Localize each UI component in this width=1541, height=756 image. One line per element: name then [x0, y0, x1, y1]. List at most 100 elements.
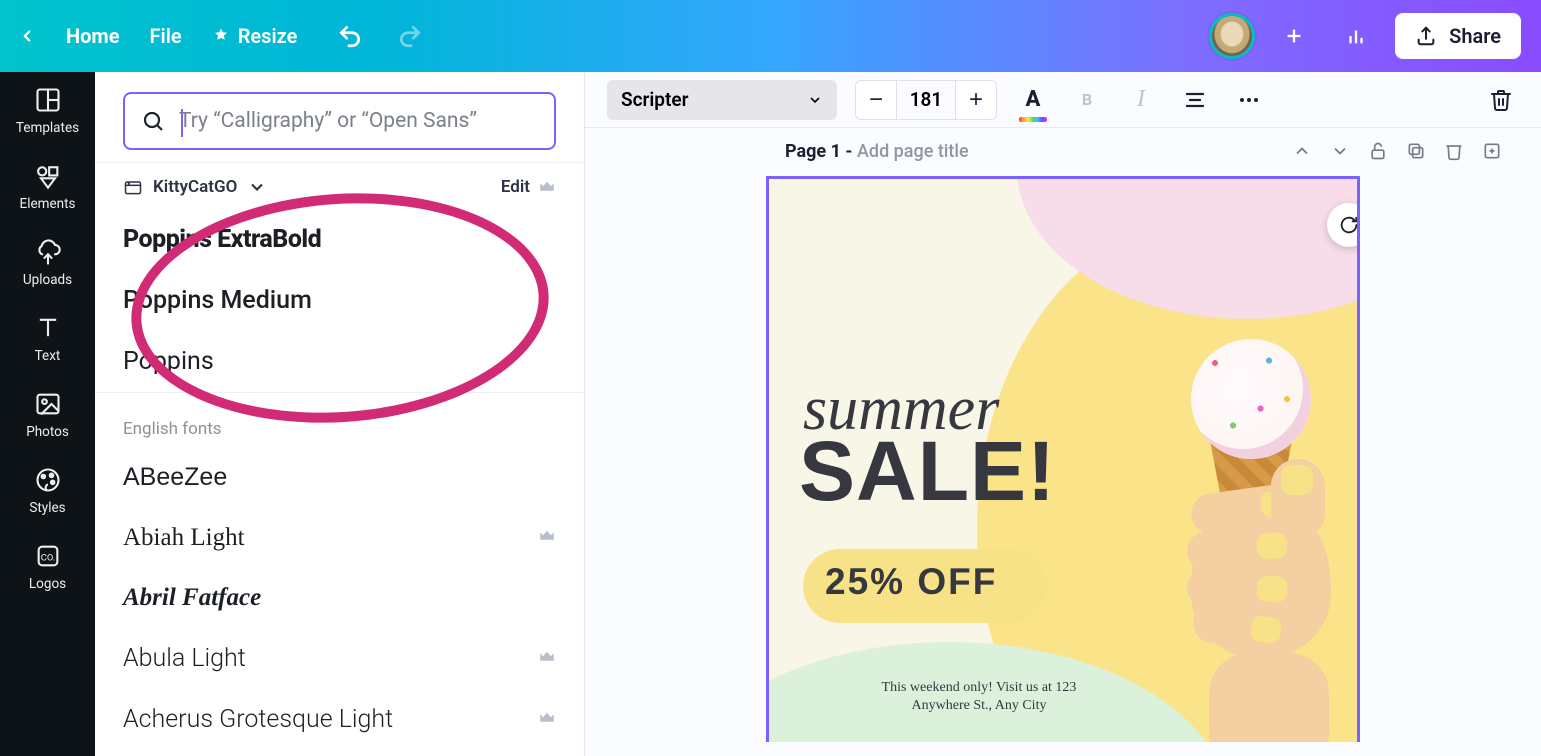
rail-logos-label: Logos	[29, 576, 66, 592]
footer-line-2: Anywhere St., Any City	[912, 698, 1047, 713]
file-menu[interactable]: File	[150, 24, 182, 48]
font-label: Abiah Light	[123, 524, 245, 552]
crown-icon	[538, 178, 556, 196]
font-label: Poppins	[123, 347, 214, 376]
brandkit-icon	[123, 177, 143, 197]
font-label: Poppins Medium	[123, 286, 312, 315]
page-title-placeholder: Add page title	[857, 141, 969, 162]
brand-kit-name: KittyCatGO	[153, 177, 237, 197]
design-canvas[interactable]: summer SALE! 25% OFF This weekend only! …	[766, 176, 1360, 742]
add-page-icon[interactable]	[1479, 138, 1505, 164]
topbar-right: Share	[1209, 13, 1521, 59]
font-option-abula-light[interactable]: Abula Light	[95, 628, 584, 689]
history-controls	[337, 23, 423, 49]
edit-label: Edit	[501, 177, 530, 197]
share-label: Share	[1449, 24, 1501, 48]
resize-menu[interactable]: Resize	[212, 24, 298, 48]
font-dd-value: Scripter	[621, 88, 688, 111]
brand-edit-button[interactable]: Edit	[501, 177, 556, 197]
rail-elements-label: Elements	[20, 196, 76, 212]
rail-templates[interactable]: Templates	[0, 86, 95, 136]
font-label: Abril Fatface	[123, 584, 261, 612]
brand-kit-row: KittyCatGO Edit	[95, 162, 584, 209]
redo-icon[interactable]	[397, 23, 423, 49]
rail-logos[interactable]: CO. Logos	[0, 542, 95, 592]
duplicate-icon[interactable]	[1403, 138, 1429, 164]
page-up-icon[interactable]	[1289, 138, 1315, 164]
font-option-poppins[interactable]: Poppins	[95, 331, 584, 392]
font-option-abril-fatface[interactable]: Abril Fatface	[95, 568, 584, 628]
rail-elements[interactable]: Elements	[0, 162, 95, 212]
font-size-stepper: − 181 +	[855, 80, 997, 120]
search-placeholder: Try “Calligraphy” or “Open Sans”	[179, 109, 477, 133]
font-section-heading: English fonts	[95, 392, 584, 447]
rail-styles[interactable]: Styles	[0, 466, 95, 516]
text-property-bar: Scripter − 181 + A B I	[585, 72, 1541, 128]
share-button[interactable]: Share	[1395, 13, 1521, 59]
page-down-icon[interactable]	[1327, 138, 1353, 164]
brand-kit-selector[interactable]: KittyCatGO	[123, 177, 267, 197]
font-family-dropdown[interactable]: Scripter	[607, 80, 837, 120]
rail-templates-label: Templates	[16, 120, 79, 136]
font-size-increase[interactable]: +	[956, 81, 996, 119]
font-search-input[interactable]: Try “Calligraphy” or “Open Sans”	[123, 92, 556, 150]
rail-uploads[interactable]: Uploads	[0, 238, 95, 288]
page-strip: Page 1 - Add page title	[585, 128, 1541, 172]
font-option-abeezee[interactable]: ABeeZee	[95, 447, 584, 508]
page-name: Page 1 -	[785, 141, 857, 162]
home-link[interactable]: Home	[66, 24, 120, 48]
avatar[interactable]	[1209, 13, 1255, 59]
page-label[interactable]: Page 1 - Add page title	[785, 141, 969, 162]
font-option-poppins-extrabold[interactable]: Poppins ExtraBold	[95, 209, 584, 270]
text-caret	[181, 109, 183, 137]
rail-photos[interactable]: Photos	[0, 390, 95, 440]
crown-icon	[538, 644, 556, 673]
footer-line-1: This weekend only! Visit us at 123	[882, 680, 1077, 695]
bold-button[interactable]: B	[1069, 82, 1105, 118]
text-footer[interactable]: This weekend only! Visit us at 123 Anywh…	[829, 679, 1129, 714]
undo-icon[interactable]	[337, 23, 363, 49]
text-sale[interactable]: SALE!	[799, 423, 1056, 520]
font-size-value[interactable]: 181	[896, 81, 956, 119]
text-discount[interactable]: 25% OFF	[825, 561, 997, 603]
rail-photos-label: Photos	[26, 424, 69, 440]
font-option-poppins-medium[interactable]: Poppins Medium	[95, 270, 584, 331]
font-option-acherus-grotesque[interactable]: Acherus Grotesque Light	[95, 689, 584, 750]
canvas-stage[interactable]: summer SALE! 25% OFF This weekend only! …	[585, 172, 1541, 756]
alignment-button[interactable]	[1177, 82, 1213, 118]
side-rail: Templates Elements Uploads Text Photos S…	[0, 72, 95, 756]
trash-icon[interactable]	[1441, 138, 1467, 164]
canvas-area: Scripter − 181 + A B I Pag	[585, 72, 1541, 756]
add-button[interactable]	[1271, 13, 1317, 59]
back-icon[interactable]	[18, 27, 36, 45]
font-panel: Try “Calligraphy” or “Open Sans” KittyCa…	[95, 72, 585, 756]
font-label: Abula Light	[123, 644, 246, 673]
topbar-left: Home File Resize	[18, 24, 297, 48]
italic-button[interactable]: I	[1123, 82, 1159, 118]
more-button[interactable]	[1231, 82, 1267, 118]
delete-button[interactable]	[1483, 82, 1519, 118]
font-list: Poppins ExtraBold Poppins Medium Poppins…	[95, 209, 584, 756]
search-icon	[141, 109, 165, 133]
text-color-button[interactable]: A	[1015, 82, 1051, 118]
rail-text-label: Text	[35, 348, 61, 364]
font-label: Acherus Grotesque Light	[123, 705, 393, 734]
lock-icon[interactable]	[1365, 138, 1391, 164]
icecream-image[interactable]	[1173, 339, 1343, 727]
font-option-abiah-light[interactable]: Abiah Light	[95, 508, 584, 568]
chevron-down-icon	[807, 92, 823, 108]
crown-icon	[538, 705, 556, 734]
font-label: ABeeZee	[123, 463, 227, 492]
svg-text:CO.: CO.	[40, 553, 54, 564]
crown-icon	[538, 524, 556, 552]
insights-icon[interactable]	[1333, 13, 1379, 59]
font-option-acherus-militant[interactable]: Acherus Militant Light	[95, 750, 584, 756]
rail-styles-label: Styles	[29, 500, 65, 516]
font-label: Poppins ExtraBold	[123, 225, 321, 254]
chevron-down-icon	[247, 177, 267, 197]
resize-label: Resize	[238, 24, 298, 48]
rail-text[interactable]: Text	[0, 314, 95, 364]
font-size-decrease[interactable]: −	[856, 81, 896, 119]
rail-uploads-label: Uploads	[23, 272, 72, 288]
top-bar: Home File Resize Share	[0, 0, 1541, 72]
